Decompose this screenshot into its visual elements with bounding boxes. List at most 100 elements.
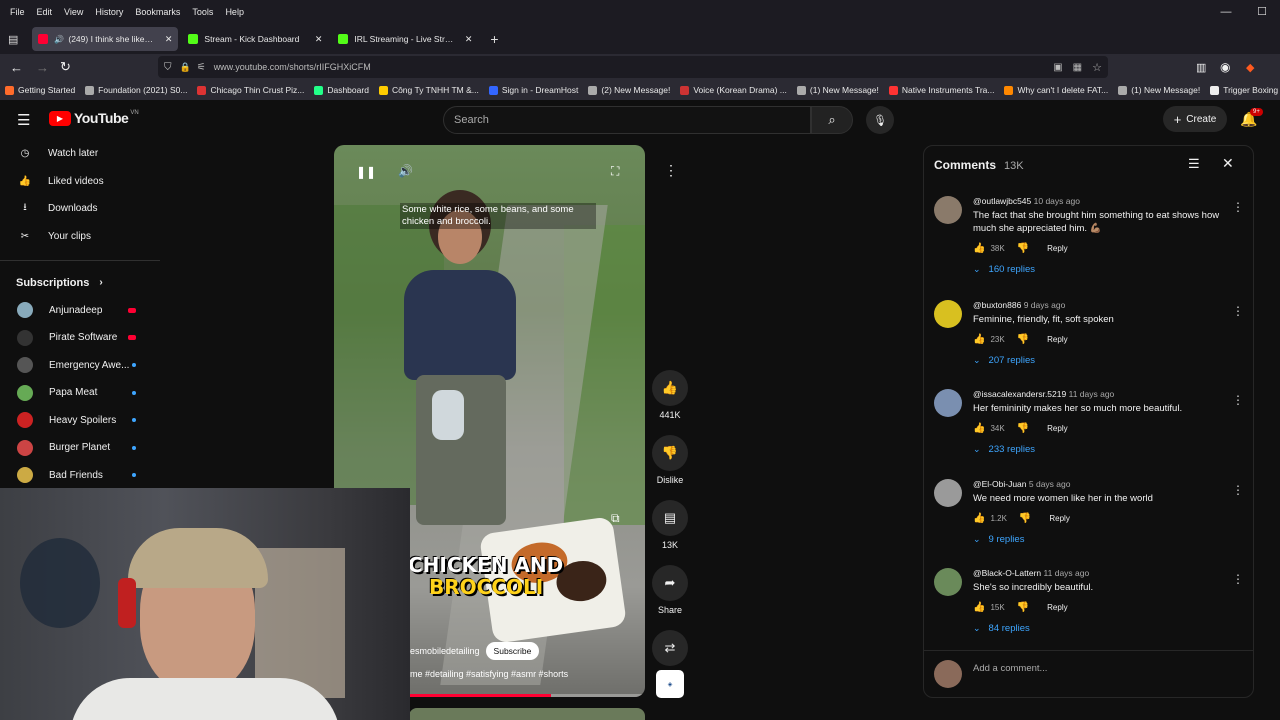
comment-author[interactable]: @buxton886 — [973, 300, 1021, 310]
bookmark-item[interactable]: Trigger Boxing — [1205, 85, 1280, 95]
comment-avatar[interactable] — [934, 300, 962, 328]
sidebar-subscription[interactable]: Heavy Spoilers — [0, 407, 160, 435]
forward-icon[interactable]: → — [36, 60, 49, 75]
permissions-icon[interactable]: ⚟ — [197, 62, 206, 73]
close-tab-icon[interactable]: ✕ — [307, 34, 323, 45]
new-tab-icon[interactable]: + — [490, 31, 498, 47]
reload-icon[interactable]: ↻ — [60, 59, 71, 75]
pip-icon[interactable]: ⧉ — [611, 511, 620, 526]
close-tab-icon[interactable]: ✕ — [157, 34, 173, 45]
menu-help[interactable]: Help — [219, 7, 250, 17]
hamburger-menu-icon[interactable]: ☰ — [17, 111, 30, 129]
subscribe-button[interactable]: Subscribe — [485, 642, 540, 660]
thumb-up-icon[interactable]: 👍 — [973, 243, 985, 254]
comment-author[interactable]: @Black-O-Lattern — [973, 568, 1041, 578]
comment-menu-icon[interactable]: ⋮ — [1232, 304, 1244, 318]
url-text[interactable]: www.youtube.com/shorts/rIIFGHXiCFM — [214, 62, 371, 72]
youtube-logo[interactable]: ▶ YouTube VN — [49, 110, 139, 126]
extension-icon[interactable]: ◆ — [1246, 61, 1254, 74]
more-options-icon[interactable]: ⋮ — [664, 162, 678, 179]
bookmark-item[interactable]: (1) New Message! — [1113, 85, 1205, 95]
comment-author[interactable]: @issacalexandersr.5219 — [973, 389, 1066, 399]
tab-irl-streaming[interactable]: IRL Streaming - Live Streams on... ✕ — [332, 27, 478, 51]
audio-icon[interactable]: 🔊 — [54, 35, 64, 44]
minimize-icon[interactable]: — — [1208, 0, 1244, 24]
tab-youtube[interactable]: 🔊 (249) I think she likes me #... ✕ — [32, 27, 179, 51]
bookmark-item[interactable]: Native Instruments Tra... — [884, 85, 1000, 95]
menu-file[interactable]: File — [4, 7, 31, 17]
view-replies-button[interactable]: ⌄ 9 replies — [973, 534, 1223, 545]
url-bar[interactable]: ⛉ 🔒 ⚟ www.youtube.com/shorts/rIIFGHXiCFM… — [158, 56, 1108, 78]
progress-track[interactable] — [409, 694, 645, 697]
sidebar-subscription[interactable]: Pirate Software — [0, 324, 160, 352]
thumb-up-icon[interactable]: 👍 — [973, 334, 985, 345]
fullscreen-icon[interactable]: ⛶ — [611, 164, 619, 179]
sidebar-subscription[interactable]: Anjunadeep — [0, 297, 160, 325]
bookmark-item[interactable]: (2) New Message! — [583, 85, 675, 95]
reply-button[interactable]: Reply — [1049, 514, 1069, 523]
dislike-button[interactable]: 👎 Dislike — [648, 435, 692, 485]
comment-author[interactable]: @El-Obi-Juan — [973, 479, 1027, 489]
comment-avatar[interactable] — [934, 479, 962, 507]
bookmark-item[interactable]: Công Ty TNHH TM &... — [374, 85, 484, 95]
thumb-up-icon[interactable]: 👍 — [973, 423, 985, 434]
comment-author[interactable]: @outlawjbc545 — [973, 196, 1031, 206]
comment-menu-icon[interactable]: ⋮ — [1232, 572, 1244, 586]
reader-icon[interactable]: ▦ — [1073, 62, 1082, 73]
comment-menu-icon[interactable]: ⋮ — [1232, 393, 1244, 407]
sort-icon[interactable]: ☰ — [1188, 156, 1200, 172]
tab-kick-dashboard[interactable]: Stream - Kick Dashboard ✕ — [182, 27, 328, 51]
like-button[interactable]: 👍 441K — [648, 370, 692, 420]
menu-view[interactable]: View — [58, 7, 89, 17]
bookmark-item[interactable]: Voice (Korean Drama) ... — [675, 85, 792, 95]
share-button[interactable]: ➦ Share — [648, 565, 692, 615]
sidebar-item-your-clips[interactable]: ✂ Your clips — [0, 223, 160, 251]
sidebar-subscription[interactable]: Bad Friends — [0, 462, 160, 490]
picture-icon[interactable]: ▣ — [1053, 62, 1062, 73]
view-replies-button[interactable]: ⌄ 84 replies — [973, 623, 1223, 634]
next-short-preview[interactable] — [409, 708, 645, 720]
bookmark-item[interactable]: (1) New Message! — [792, 85, 884, 95]
sidebar-item-watch-later[interactable]: ◷ Watch later — [0, 140, 160, 168]
reply-button[interactable]: Reply — [1047, 603, 1067, 612]
thumb-down-icon[interactable]: 👎 — [1017, 602, 1029, 613]
thumb-down-icon[interactable]: 👎 — [1017, 334, 1029, 345]
close-icon[interactable]: ✕ — [1222, 155, 1234, 172]
search-button[interactable]: ⌕ — [811, 106, 853, 134]
bookmark-item[interactable]: Sign in - DreamHost — [484, 85, 584, 95]
lock-icon[interactable]: 🔒 — [180, 62, 191, 73]
channel-name[interactable]: esmobiledetailing — [410, 646, 480, 656]
thumb-down-icon[interactable]: 👎 — [1017, 243, 1029, 254]
bookmark-item[interactable]: Foundation (2021) S0... — [80, 85, 192, 95]
comment-avatar[interactable] — [934, 389, 962, 417]
create-button[interactable]: + Create — [1163, 106, 1227, 132]
sidebar-toggle-icon[interactable]: ▥ — [1196, 61, 1206, 74]
comment-menu-icon[interactable]: ⋮ — [1232, 200, 1244, 214]
maximize-icon[interactable]: ☐ — [1244, 0, 1280, 24]
thumb-up-icon[interactable]: 👍 — [973, 513, 985, 524]
thumb-down-icon[interactable]: 👎 — [1017, 423, 1029, 434]
view-replies-button[interactable]: ⌄ 233 replies — [973, 444, 1223, 455]
shield-icon[interactable]: ⛉ — [164, 62, 172, 73]
add-comment-input[interactable]: Add a comment... — [973, 663, 1233, 674]
reply-button[interactable]: Reply — [1047, 424, 1067, 433]
volume-icon[interactable]: 🔊 — [398, 164, 413, 178]
account-icon[interactable]: ◉ — [1220, 60, 1230, 74]
sidebar-item-liked-videos[interactable]: 👍 Liked videos — [0, 168, 160, 196]
back-icon[interactable]: ← — [10, 60, 23, 75]
voice-search-button[interactable]: 🎙 — [866, 106, 894, 134]
bookmark-item[interactable]: Why can't I delete FAT... — [999, 85, 1113, 95]
sidebar-subscription[interactable]: Emergency Awe... — [0, 352, 160, 380]
sidebar-subscription[interactable]: Papa Meat — [0, 379, 160, 407]
pause-icon[interactable]: ❚❚ — [356, 165, 376, 179]
bookmark-star-icon[interactable]: ☆ — [1092, 61, 1102, 74]
view-replies-button[interactable]: ⌄ 160 replies — [973, 264, 1223, 275]
thumb-up-icon[interactable]: 👍 — [973, 602, 985, 613]
reply-button[interactable]: Reply — [1047, 244, 1067, 253]
comments-button[interactable]: ▤ 13K — [648, 500, 692, 550]
subscriptions-header[interactable]: Subscriptions › — [0, 269, 160, 297]
view-replies-button[interactable]: ⌄ 207 replies — [973, 355, 1223, 366]
notifications-button[interactable]: 🔔 9+ — [1240, 108, 1263, 129]
menu-history[interactable]: History — [89, 7, 129, 17]
comment-avatar[interactable] — [934, 196, 962, 224]
